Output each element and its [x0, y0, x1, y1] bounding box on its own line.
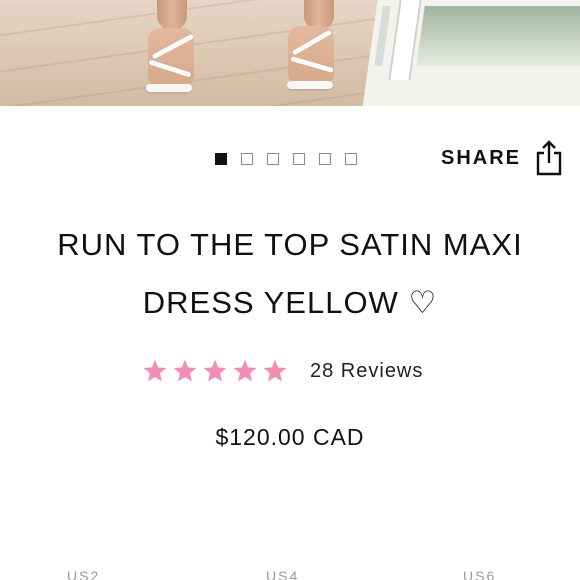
carousel-dot[interactable]	[345, 153, 357, 165]
left-leg	[157, 0, 187, 30]
window-background	[360, 0, 580, 106]
size-option[interactable]: US6	[463, 568, 496, 580]
star-icon	[143, 359, 167, 382]
carousel-dots	[215, 153, 357, 165]
product-title: RUN TO THE TOP SATIN MAXI DRESS YELLOW ♡	[20, 216, 560, 332]
carousel-dot[interactable]	[267, 153, 279, 165]
product-image[interactable]	[0, 0, 580, 106]
size-option[interactable]: US4	[266, 568, 299, 580]
star-icon	[233, 359, 257, 382]
size-selector: US2 US4 US6	[0, 568, 580, 580]
product-title-text: RUN TO THE TOP SATIN MAXI DRESS YELLOW	[57, 227, 523, 320]
carousel-dot[interactable]	[319, 153, 331, 165]
rating-row[interactable]: 28 Reviews	[142, 358, 423, 384]
star-icon	[263, 359, 287, 382]
carousel-dot[interactable]	[215, 153, 227, 165]
star-rating	[142, 358, 288, 384]
size-option[interactable]: US2	[67, 568, 100, 580]
heart-outline-icon[interactable]: ♡	[408, 285, 437, 320]
right-sandal-sole	[287, 81, 333, 89]
carousel-dot[interactable]	[241, 153, 253, 165]
carousel-dot[interactable]	[293, 153, 305, 165]
reviews-link[interactable]: 28 Reviews	[310, 360, 423, 383]
share-label: SHARE	[441, 146, 522, 169]
product-price: $120.00 CAD	[215, 424, 365, 450]
share-icon	[536, 140, 562, 176]
share-button[interactable]: SHARE	[441, 140, 563, 176]
star-icon	[173, 359, 197, 382]
star-icon	[203, 359, 227, 382]
left-sandal-sole	[146, 84, 192, 92]
